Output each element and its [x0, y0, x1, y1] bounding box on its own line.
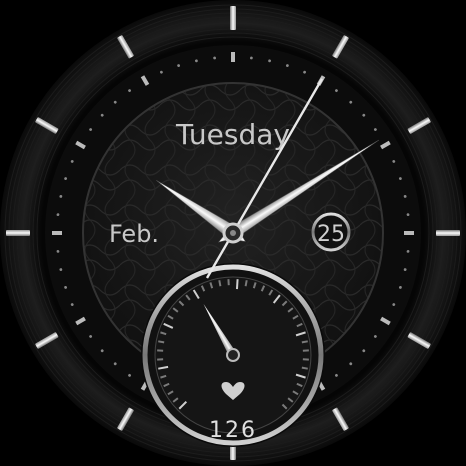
- subdial-pin: [226, 348, 240, 362]
- heart-rate-subdial[interactable]: 126: [141, 263, 325, 447]
- date-day: 25: [317, 222, 345, 247]
- hour-marker: [230, 6, 236, 30]
- subdial-tick: [302, 349, 309, 352]
- subdial-tick: [227, 279, 230, 286]
- minute-tick: [404, 231, 414, 235]
- hour-marker: [436, 230, 460, 236]
- subdial-tick: [157, 349, 164, 352]
- subdial-tick: [157, 358, 164, 361]
- watch-face: Tuesday Feb. 25 126: [0, 0, 466, 466]
- minute-tick: [52, 231, 62, 235]
- minute-tick: [231, 52, 235, 62]
- weekday-label: Tuesday: [175, 118, 290, 151]
- center-cap: [230, 230, 236, 236]
- subdial-tick: [302, 358, 309, 361]
- heart-rate-value: 126: [209, 418, 257, 443]
- month-label: Feb.: [109, 220, 159, 248]
- hour-marker: [6, 230, 30, 236]
